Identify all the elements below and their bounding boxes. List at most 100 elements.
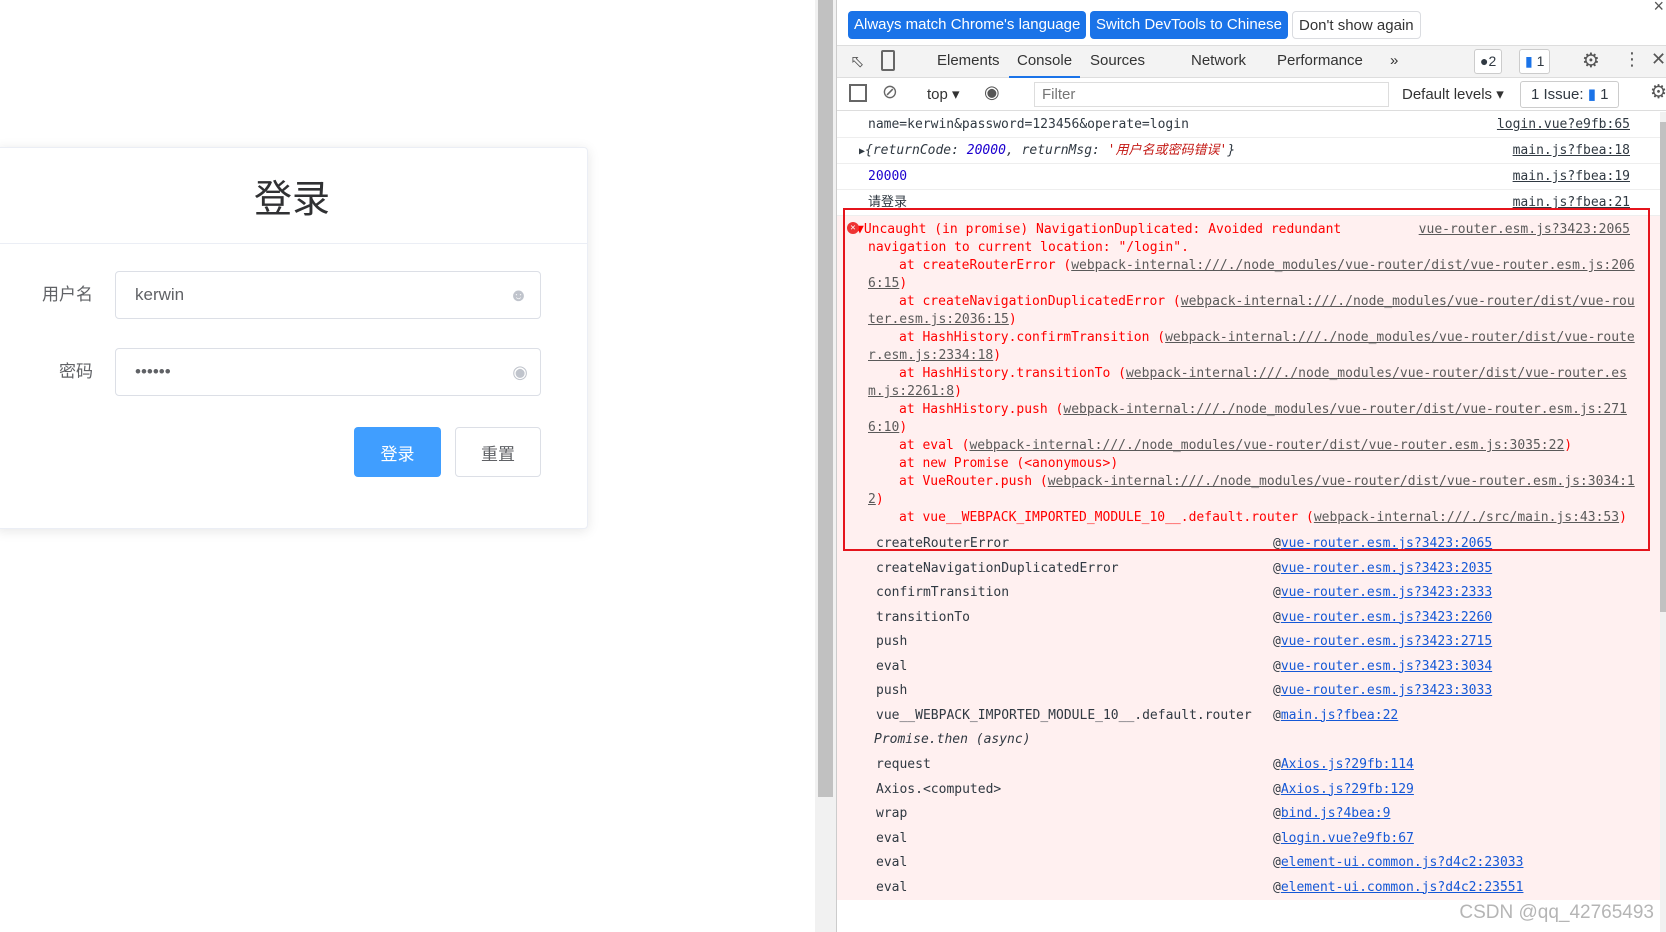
message-icon: ▮: [1525, 53, 1533, 69]
trace-link[interactable]: element-ui.common.js?d4c2:23033: [1281, 855, 1524, 870]
trace-function: Promise.then (async): [874, 732, 1031, 747]
console-settings-gear-icon[interactable]: ⚙: [1650, 81, 1666, 104]
at-symbol: @: [1273, 585, 1281, 600]
device-toolbar-icon[interactable]: [881, 50, 895, 71]
live-expression-eye-icon[interactable]: ◉: [984, 82, 1000, 103]
console-message: 请登录 main.js?fbea:21: [837, 190, 1660, 216]
stack-frame-link[interactable]: webpack-internal:///./node_modules/vue-r…: [969, 438, 1564, 453]
log-levels-value: Default levels: [1402, 86, 1493, 103]
stack-frame-text: at HashHistory.confirmTransition (: [899, 330, 1166, 345]
login-button[interactable]: 登录: [354, 427, 441, 477]
tab-network[interactable]: Network: [1183, 46, 1254, 78]
stack-frame-paren: ): [1008, 312, 1017, 327]
message-source-link[interactable]: main.js?fbea:19: [1513, 164, 1630, 190]
trace-link[interactable]: Axios.js?29fb:114: [1281, 757, 1414, 772]
eye-icon[interactable]: ◉: [512, 349, 528, 395]
stack-frame: at new Promise (<anonymous>): [868, 455, 1635, 473]
message-source-link[interactable]: login.vue?e9fb:65: [1497, 112, 1630, 138]
trace-link[interactable]: vue-router.esm.js?3423:2715: [1281, 634, 1492, 649]
console-scrollbar-thumb[interactable]: [1660, 122, 1666, 612]
error-source-link[interactable]: vue-router.esm.js?3423:2065: [1419, 221, 1630, 239]
message-source-link[interactable]: main.js?fbea:18: [1513, 138, 1630, 164]
switch-chinese-button[interactable]: Switch DevTools to Chinese: [1090, 11, 1288, 39]
trace-row: request @Axios.js?29fb:114: [837, 753, 1660, 778]
login-card: 登录 用户名 kerwin ☻ 密码 •••••• ◉ 登录 重置: [0, 147, 588, 529]
password-value: ••••••: [135, 362, 171, 381]
error-count-badge[interactable]: ●2: [1474, 49, 1503, 74]
error-message-text: Uncaught (in promise) NavigationDuplicat…: [863, 222, 1342, 255]
dont-show-again-button[interactable]: Don't show again: [1292, 11, 1421, 39]
trace-link[interactable]: vue-router.esm.js?3423:3033: [1281, 683, 1492, 698]
trace-link[interactable]: Axios.js?29fb:129: [1281, 782, 1414, 797]
trace-link[interactable]: main.js?fbea:22: [1281, 708, 1398, 723]
trace-link[interactable]: element-ui.common.js?d4c2:23551: [1281, 880, 1524, 895]
at-symbol: @: [1273, 879, 1281, 895]
username-label: 用户名: [42, 285, 93, 304]
stack-frame-text: at createNavigationDuplicatedError (: [899, 294, 1181, 309]
password-input[interactable]: •••••• ◉: [115, 348, 541, 396]
trace-link[interactable]: vue-router.esm.js?3423:2260: [1281, 610, 1492, 625]
error-text[interactable]: ▼Uncaught (in promise) NavigationDuplica…: [852, 221, 1354, 257]
message-source-link[interactable]: main.js?fbea:21: [1513, 190, 1630, 216]
trace-link[interactable]: vue-router.esm.js?3423:2065: [1281, 536, 1492, 551]
at-symbol: @: [1273, 536, 1281, 551]
stack-frame-paren: ): [1564, 438, 1573, 453]
stack-frame-text: at HashHistory.push (: [899, 402, 1064, 417]
filter-input[interactable]: [1034, 82, 1389, 107]
tab-performance[interactable]: Performance: [1269, 46, 1371, 78]
at-symbol: @: [1273, 560, 1281, 576]
issues-label: 1 Issue:: [1531, 86, 1584, 103]
message-text: name=kerwin&password=123456&operate=logi…: [868, 117, 1189, 132]
close-devtools-icon[interactable]: ✕: [1651, 49, 1666, 70]
message-count-badge[interactable]: ▮ 1: [1519, 49, 1551, 74]
username-input[interactable]: kerwin ☻: [115, 271, 541, 319]
trace-row: push @vue-router.esm.js?3423:2715: [837, 630, 1660, 655]
page-scrollbar-thumb[interactable]: [818, 0, 833, 797]
stack-frame: at VueRouter.push (webpack-internal:///.…: [868, 473, 1635, 509]
tab-sources[interactable]: Sources: [1082, 46, 1153, 78]
stack-frame-text: at VueRouter.push (: [899, 474, 1048, 489]
tab-console[interactable]: Console: [1009, 46, 1081, 78]
at-symbol: @: [1273, 781, 1281, 797]
stack-frame-text: at vue__WEBPACK_IMPORTED_MODULE_10__.def…: [899, 510, 1314, 525]
error-count: 2: [1488, 53, 1497, 69]
trace-function: createNavigationDuplicatedError: [876, 560, 1119, 576]
trace-link[interactable]: vue-router.esm.js?3423:3034: [1281, 659, 1492, 674]
stack-frame-paren: ): [954, 384, 962, 399]
sidebar-toggle-icon[interactable]: [849, 84, 867, 102]
settings-gear-icon[interactable]: ⚙: [1582, 48, 1600, 73]
trace-link[interactable]: vue-router.esm.js?3423:2333: [1281, 585, 1492, 600]
stack-frame: at vue__WEBPACK_IMPORTED_MODULE_10__.def…: [868, 509, 1635, 527]
log-levels-dropdown[interactable]: Default levels ▾: [1402, 85, 1504, 103]
password-label: 密码: [59, 362, 93, 381]
trace-link[interactable]: login.vue?e9fb:67: [1281, 831, 1414, 846]
reset-button[interactable]: 重置: [455, 427, 541, 477]
page-scrollbar[interactable]: [815, 0, 836, 932]
console-scrollbar[interactable]: [1660, 112, 1666, 932]
login-title: 登录: [0, 148, 587, 244]
issues-button[interactable]: 1 Issue: ▮ 1: [1520, 81, 1620, 108]
username-value: kerwin: [135, 285, 185, 304]
stack-frame-paren: ): [993, 348, 1002, 363]
context-select[interactable]: top ▾: [927, 85, 960, 103]
trace-link[interactable]: bind.js?4bea:9: [1281, 806, 1391, 821]
issue-icon: ▮: [1587, 86, 1596, 103]
trace-row: wrap @bind.js?4bea:9: [837, 802, 1660, 827]
inspect-element-icon[interactable]: ⬁: [850, 52, 864, 72]
console-message-object[interactable]: ▶{returnCode: 20000, returnMsg: '用户名或密码错…: [837, 138, 1660, 164]
match-language-button[interactable]: Always match Chrome's language: [848, 11, 1087, 39]
trace-function: push: [876, 683, 908, 698]
trace-row: Axios.<computed> @Axios.js?29fb:129: [837, 778, 1660, 803]
more-options-icon[interactable]: ⋮: [1623, 49, 1641, 70]
more-tabs-button[interactable]: »: [1382, 46, 1406, 78]
trace-function: Axios.<computed>: [876, 781, 1002, 797]
at-symbol: @: [1273, 634, 1281, 649]
stack-frame-link[interactable]: webpack-internal:///./src/main.js:43:53: [1314, 510, 1619, 525]
context-value: top: [927, 86, 948, 103]
tab-elements[interactable]: Elements: [929, 46, 1008, 78]
trace-link[interactable]: vue-router.esm.js?3423:2035: [1281, 561, 1492, 576]
clear-console-icon[interactable]: ⊘: [882, 81, 898, 104]
close-banner-icon[interactable]: ×: [1653, 0, 1664, 17]
trace-row: eval @vue-router.esm.js?3423:3034: [837, 655, 1660, 680]
trace-row: createRouterError @vue-router.esm.js?3423…: [837, 532, 1660, 557]
